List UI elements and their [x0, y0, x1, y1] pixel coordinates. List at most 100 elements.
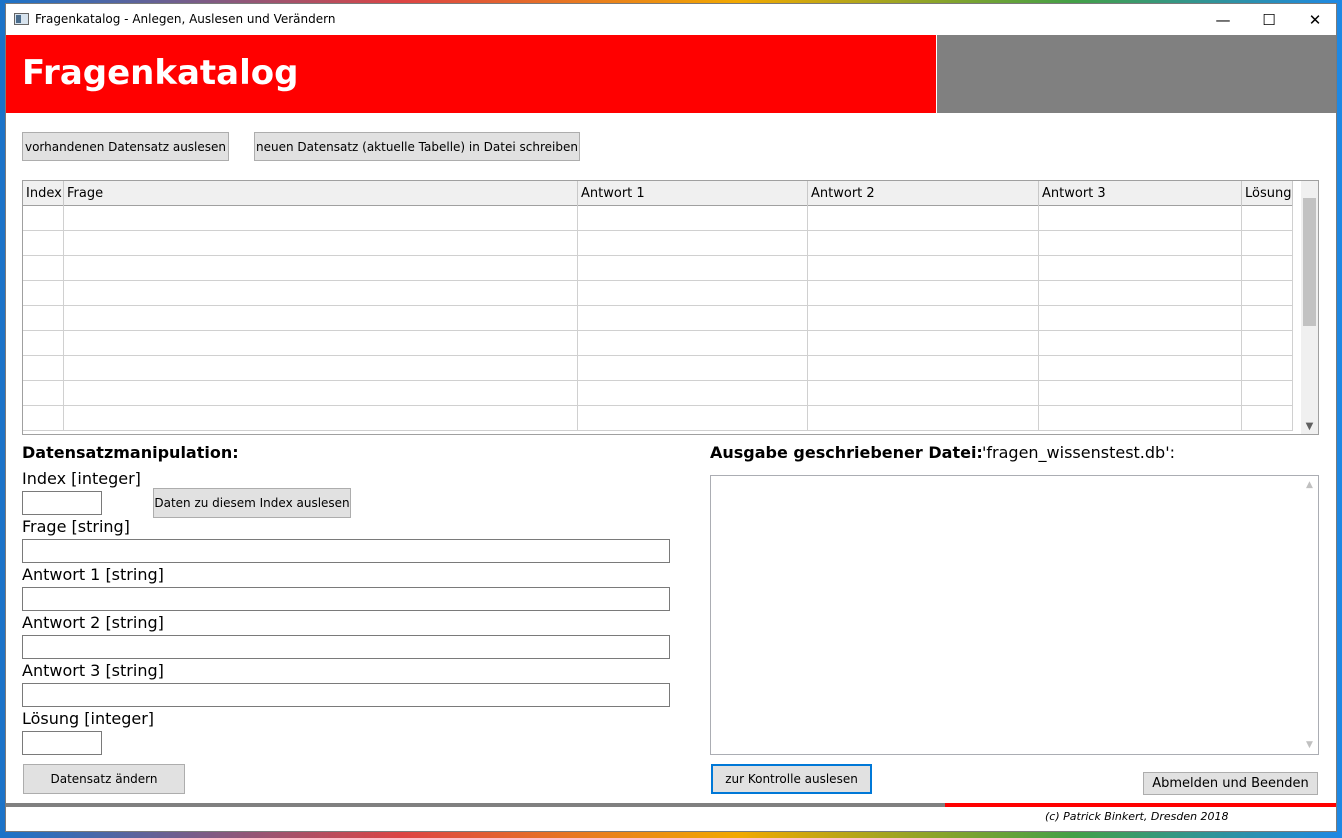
output-heading: Ausgabe geschriebener Datei:	[710, 443, 983, 462]
table-cell[interactable]	[1039, 306, 1242, 331]
grid-scrollbar[interactable]: ▼	[1301, 181, 1318, 434]
table-cell[interactable]	[64, 406, 578, 431]
table-cell[interactable]	[808, 231, 1039, 256]
table-cell[interactable]	[1039, 256, 1242, 281]
table-cell[interactable]	[578, 381, 808, 406]
table-cell[interactable]	[1039, 331, 1242, 356]
table-row[interactable]	[23, 281, 1293, 306]
table-cell[interactable]	[1039, 231, 1242, 256]
maximize-button[interactable]: ☐	[1246, 4, 1292, 35]
table-row[interactable]	[23, 406, 1293, 431]
app-window: Fragenkatalog - Anlegen, Auslesen und Ve…	[5, 3, 1337, 832]
antwort3-label: Antwort 3 [string]	[22, 661, 164, 680]
table-cell[interactable]	[23, 281, 64, 306]
scroll-down-icon[interactable]: ▼	[1301, 421, 1318, 432]
table-cell[interactable]	[23, 231, 64, 256]
table-cell[interactable]	[808, 331, 1039, 356]
column-header-antwort3[interactable]: Antwort 3	[1039, 181, 1242, 206]
table-row[interactable]	[23, 306, 1293, 331]
output-scrollbar[interactable]: ▲ ▼	[1301, 476, 1318, 754]
table-cell[interactable]	[64, 206, 578, 231]
table-cell[interactable]	[1039, 381, 1242, 406]
output-textarea[interactable]: ▲ ▼	[710, 475, 1319, 755]
table-cell[interactable]	[23, 206, 64, 231]
footer-bar-gray	[6, 803, 945, 807]
logout-exit-button[interactable]: Abmelden und Beenden	[1143, 772, 1318, 795]
table-cell[interactable]	[578, 206, 808, 231]
table-cell[interactable]	[64, 281, 578, 306]
table-cell[interactable]	[1242, 306, 1293, 331]
table-cell[interactable]	[578, 281, 808, 306]
table-row[interactable]	[23, 206, 1293, 231]
table-cell[interactable]	[1039, 356, 1242, 381]
column-header-loesung[interactable]: Lösung	[1242, 181, 1293, 206]
table-cell[interactable]	[23, 306, 64, 331]
table-cell[interactable]	[578, 406, 808, 431]
index-input[interactable]	[22, 491, 102, 515]
scroll-down-icon[interactable]: ▼	[1301, 740, 1318, 750]
table-cell[interactable]	[23, 356, 64, 381]
table-row[interactable]	[23, 256, 1293, 281]
table-cell[interactable]	[1242, 256, 1293, 281]
column-header-antwort1[interactable]: Antwort 1	[578, 181, 808, 206]
table-cell[interactable]	[808, 356, 1039, 381]
window-title: Fragenkatalog - Anlegen, Auslesen und Ve…	[35, 12, 336, 26]
antwort2-input[interactable]	[22, 635, 670, 659]
table-cell[interactable]	[64, 306, 578, 331]
control-read-button[interactable]: zur Kontrolle auslesen	[711, 764, 872, 794]
table-cell[interactable]	[64, 356, 578, 381]
data-grid[interactable]: Index Frage Antwort 1 Antwort 2 Antwort …	[22, 180, 1319, 435]
header-gray-panel	[937, 35, 1336, 113]
table-cell[interactable]	[808, 406, 1039, 431]
column-header-antwort2[interactable]: Antwort 2	[808, 181, 1039, 206]
read-index-button[interactable]: Daten zu diesem Index auslesen	[153, 488, 351, 518]
table-cell[interactable]	[1242, 206, 1293, 231]
write-dataset-button[interactable]: neuen Datensatz (aktuelle Tabelle) in Da…	[254, 132, 580, 161]
table-cell[interactable]	[1242, 356, 1293, 381]
table-cell[interactable]	[64, 381, 578, 406]
scroll-up-icon[interactable]: ▲	[1301, 480, 1318, 490]
table-cell[interactable]	[64, 256, 578, 281]
table-cell[interactable]	[578, 306, 808, 331]
table-cell[interactable]	[578, 256, 808, 281]
table-cell[interactable]	[1242, 331, 1293, 356]
table-row[interactable]	[23, 381, 1293, 406]
table-cell[interactable]	[808, 281, 1039, 306]
table-cell[interactable]	[578, 231, 808, 256]
table-cell[interactable]	[808, 256, 1039, 281]
table-cell[interactable]	[1242, 231, 1293, 256]
table-cell[interactable]	[23, 406, 64, 431]
table-row[interactable]	[23, 231, 1293, 256]
grid-scrollbar-thumb[interactable]	[1303, 198, 1316, 326]
column-header-frage[interactable]: Frage	[64, 181, 578, 206]
title-bar[interactable]: Fragenkatalog - Anlegen, Auslesen und Ve…	[6, 4, 1336, 35]
antwort2-label: Antwort 2 [string]	[22, 613, 164, 632]
table-cell[interactable]	[578, 331, 808, 356]
table-row[interactable]	[23, 331, 1293, 356]
minimize-button[interactable]: —	[1200, 4, 1246, 35]
table-cell[interactable]	[1242, 281, 1293, 306]
table-cell[interactable]	[1039, 406, 1242, 431]
table-cell[interactable]	[578, 356, 808, 381]
table-cell[interactable]	[1039, 206, 1242, 231]
antwort1-input[interactable]	[22, 587, 670, 611]
table-cell[interactable]	[1242, 381, 1293, 406]
table-cell[interactable]	[1242, 406, 1293, 431]
table-cell[interactable]	[1039, 281, 1242, 306]
table-row[interactable]	[23, 356, 1293, 381]
table-cell[interactable]	[808, 381, 1039, 406]
table-cell[interactable]	[23, 256, 64, 281]
table-cell[interactable]	[23, 381, 64, 406]
loesung-input[interactable]	[22, 731, 102, 755]
column-header-index[interactable]: Index	[23, 181, 64, 206]
frage-input[interactable]	[22, 539, 670, 563]
table-cell[interactable]	[64, 231, 578, 256]
read-dataset-button[interactable]: vorhandenen Datensatz auslesen	[22, 132, 229, 161]
table-cell[interactable]	[64, 331, 578, 356]
change-dataset-button[interactable]: Datensatz ändern	[23, 764, 185, 794]
table-cell[interactable]	[808, 306, 1039, 331]
table-cell[interactable]	[808, 206, 1039, 231]
close-button[interactable]: ✕	[1292, 4, 1336, 35]
antwort3-input[interactable]	[22, 683, 670, 707]
table-cell[interactable]	[23, 331, 64, 356]
